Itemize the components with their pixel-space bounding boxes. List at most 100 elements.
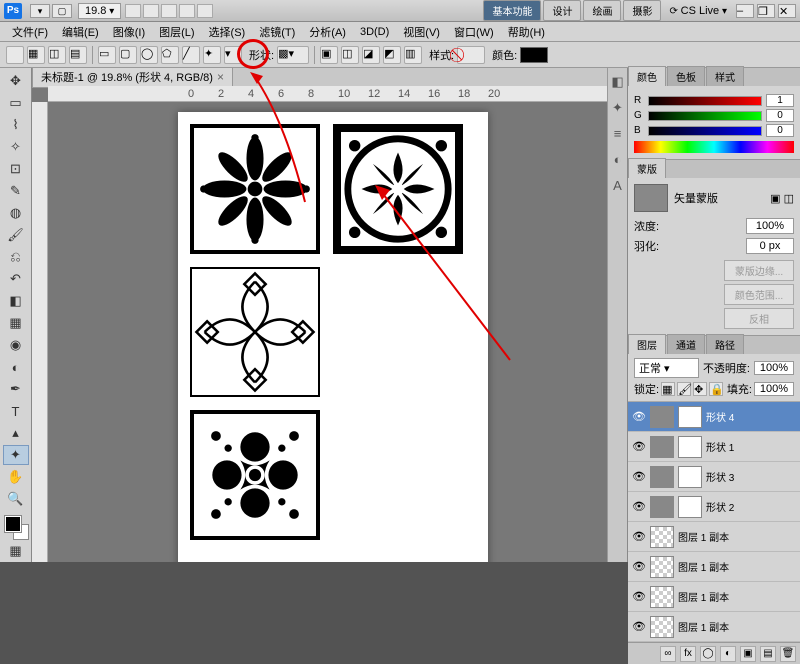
shape-options-icon[interactable]: ▾ — [224, 46, 242, 64]
fg-color[interactable] — [5, 516, 21, 532]
link-layers-icon[interactable]: ∞ — [660, 646, 676, 662]
canvas[interactable] — [178, 112, 488, 562]
layer-row[interactable]: 👁 形状 3 — [628, 462, 800, 492]
combine-add-icon[interactable]: ◫ — [341, 46, 359, 64]
layer-thumbnail[interactable] — [650, 556, 674, 578]
brush-tool[interactable]: 🖌 — [3, 225, 29, 245]
strip-icon-1[interactable]: ◧ — [610, 74, 626, 90]
tab-paths[interactable]: 路径 — [706, 334, 744, 354]
wand-tool[interactable]: ✧ — [3, 137, 29, 157]
tab-layers[interactable]: 图层 — [628, 334, 666, 354]
menu-edit[interactable]: 编辑(E) — [56, 22, 105, 42]
layer-thumbnail[interactable] — [650, 496, 674, 518]
cslive-button[interactable]: ⟳ CS Live ▾ — [663, 3, 733, 19]
rect-shape-icon[interactable]: ▭ — [98, 46, 116, 64]
lock-position-icon[interactable]: ✥ — [693, 382, 707, 396]
g-slider[interactable] — [648, 111, 762, 121]
shape-layers-icon[interactable]: ▦ — [27, 46, 45, 64]
combine-subtract-icon[interactable]: ◪ — [362, 46, 380, 64]
rrect-shape-icon[interactable]: ▢ — [119, 46, 137, 64]
combine-exclude-icon[interactable]: ▥ — [404, 46, 422, 64]
lock-trans-icon[interactable]: ▦ — [661, 382, 675, 396]
heal-tool[interactable]: ◍ — [3, 203, 29, 223]
hand-icon[interactable] — [125, 4, 141, 18]
r-slider[interactable] — [648, 96, 762, 106]
visibility-icon[interactable]: 👁 — [632, 590, 646, 604]
menu-view[interactable]: 视图(V) — [397, 22, 446, 42]
menu-file[interactable]: 文件(F) — [6, 22, 54, 42]
layer-row[interactable]: 👁 图层 1 副本 — [628, 522, 800, 552]
layer-name[interactable]: 形状 1 — [706, 439, 796, 454]
vector-mask-thumbnail[interactable] — [678, 496, 702, 518]
screen-icon[interactable] — [197, 4, 213, 18]
hand-tool[interactable]: ✋ — [3, 467, 29, 487]
visibility-icon[interactable]: 👁 — [632, 500, 646, 514]
vector-mask-thumbnail[interactable] — [678, 406, 702, 428]
strip-icon-4[interactable]: ◐ — [610, 152, 626, 168]
workspace-tab-essentials[interactable]: 基本功能 — [483, 0, 541, 21]
style-picker[interactable]: ⃠ — [457, 46, 485, 64]
g-value[interactable]: 0 — [766, 109, 794, 122]
layer-name[interactable]: 形状 3 — [706, 469, 796, 484]
menu-image[interactable]: 图像(I) — [107, 22, 151, 42]
layer-name[interactable]: 图层 1 副本 — [678, 529, 796, 544]
delete-icon[interactable]: 🗑 — [780, 646, 796, 662]
line-shape-icon[interactable]: ╱ — [182, 46, 200, 64]
new-layer-icon[interactable]: ▤ — [760, 646, 776, 662]
menu-window[interactable]: 窗口(W) — [448, 22, 500, 42]
density-value[interactable]: 100% — [746, 218, 794, 234]
move-tool[interactable]: ✥ — [3, 71, 29, 91]
layer-row[interactable]: 👁 形状 1 — [628, 432, 800, 462]
window-min-icon[interactable]: – — [736, 4, 754, 18]
r-value[interactable]: 1 — [766, 94, 794, 107]
tab-channels[interactable]: 通道 — [667, 334, 705, 354]
visibility-icon[interactable]: 👁 — [632, 470, 646, 484]
menu-layer[interactable]: 图层(L) — [153, 22, 200, 42]
window-restore-icon[interactable]: ❐ — [757, 4, 775, 18]
type-tool[interactable]: T — [3, 401, 29, 421]
adjust-icon[interactable]: ◐ — [720, 646, 736, 662]
opacity-value[interactable]: 100% — [754, 361, 794, 375]
ellipse-shape-icon[interactable]: ◯ — [140, 46, 158, 64]
color-controls[interactable] — [3, 514, 29, 540]
zoom-tool[interactable]: 🔍 — [3, 489, 29, 509]
eyedropper-tool[interactable]: ✎ — [3, 181, 29, 201]
feather-value[interactable]: 0 px — [746, 238, 794, 254]
mask-thumbnail[interactable] — [634, 184, 668, 212]
title-max-icon[interactable]: ▢ — [52, 4, 72, 18]
eraser-tool[interactable]: ◧ — [3, 291, 29, 311]
strip-icon-2[interactable]: ✦ — [610, 100, 626, 116]
b-value[interactable]: 0 — [766, 124, 794, 137]
menu-analysis[interactable]: 分析(A) — [303, 22, 352, 42]
visibility-icon[interactable]: 👁 — [632, 410, 646, 424]
mask-icon[interactable]: ◯ — [700, 646, 716, 662]
polygon-shape-icon[interactable]: ⬠ — [161, 46, 179, 64]
workspace-tab-photography[interactable]: 摄影 — [623, 0, 661, 21]
lock-all-icon[interactable]: 🔒 — [709, 382, 723, 396]
blend-mode-select[interactable]: 正常 ▾ — [634, 358, 699, 378]
menu-select[interactable]: 选择(S) — [203, 22, 252, 42]
shape-tool[interactable]: ✦ — [3, 445, 29, 465]
crop-tool[interactable]: ⊡ — [3, 159, 29, 179]
mask-edge-button[interactable]: 蒙版边缘... — [724, 260, 794, 281]
layer-row[interactable]: 👁 图层 1 副本 — [628, 582, 800, 612]
visibility-icon[interactable]: 👁 — [632, 440, 646, 454]
combine-new-icon[interactable]: ▣ — [320, 46, 338, 64]
layer-name[interactable]: 图层 1 副本 — [678, 589, 796, 604]
tool-preset-icon[interactable] — [6, 46, 24, 64]
tab-swatches[interactable]: 色板 — [667, 66, 705, 86]
layer-thumbnail[interactable] — [650, 436, 674, 458]
layer-row[interactable]: 👁图层 1 副本 — [628, 552, 800, 582]
visibility-icon[interactable]: 👁 — [632, 620, 646, 634]
hue-bar[interactable] — [634, 141, 794, 153]
layer-name[interactable]: 图层 1 副本 — [678, 559, 796, 574]
layer-name[interactable]: 形状 4 — [706, 409, 796, 424]
path-select-tool[interactable]: ▴ — [3, 423, 29, 443]
layer-row[interactable]: 👁 形状 4 — [628, 402, 800, 432]
visibility-icon[interactable]: 👁 — [632, 530, 646, 544]
workspace-tab-painting[interactable]: 绘画 — [583, 0, 621, 21]
lasso-tool[interactable]: ⌇ — [3, 115, 29, 135]
layer-row[interactable]: 👁形状 2 — [628, 492, 800, 522]
workspace-tab-design[interactable]: 设计 — [543, 0, 581, 21]
menu-3d[interactable]: 3D(D) — [354, 24, 395, 40]
